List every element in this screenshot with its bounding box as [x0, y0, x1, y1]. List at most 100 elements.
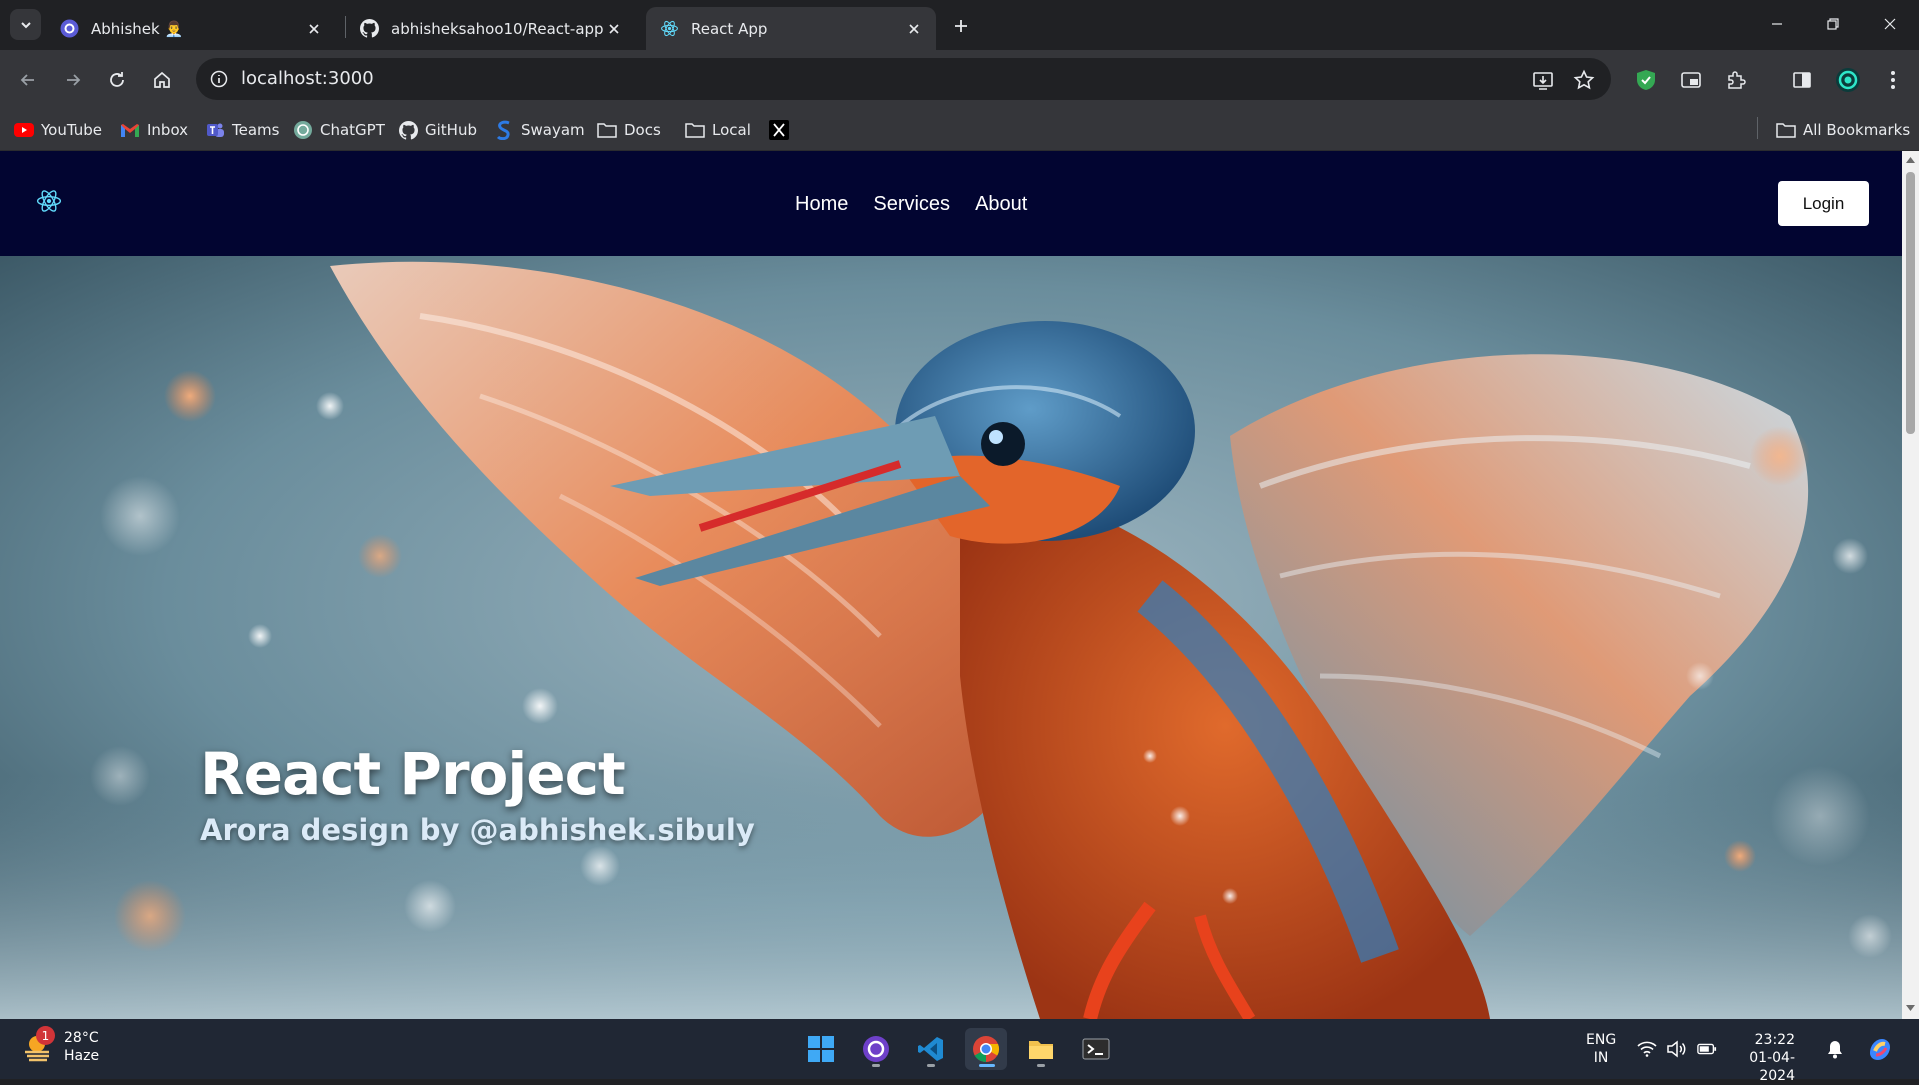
- chatgpt-icon: [293, 120, 313, 140]
- taskbar-file-explorer[interactable]: [1020, 1028, 1062, 1070]
- site-info-icon[interactable]: [206, 66, 232, 92]
- close-tab-icon[interactable]: [904, 19, 924, 39]
- taskbar-chrome[interactable]: [965, 1028, 1007, 1070]
- bookmark-label: GitHub: [425, 121, 477, 139]
- bookmark-inbox[interactable]: Inbox: [120, 117, 188, 143]
- url-text: localhost:3000: [241, 68, 374, 89]
- bookmark-swayam[interactable]: Swayam: [494, 117, 585, 143]
- home-button[interactable]: [146, 64, 178, 96]
- picture-in-picture-icon[interactable]: [1675, 64, 1707, 96]
- bookmark-label: Teams: [232, 121, 280, 139]
- start-button[interactable]: [800, 1028, 842, 1070]
- bookmarks-bar: YouTube Inbox Teams ChatGPT GitHub Swaya…: [0, 109, 1919, 151]
- profile-favicon-icon: [60, 19, 79, 38]
- new-tab-button[interactable]: [948, 13, 974, 39]
- bookmark-folder-docs[interactable]: Docs: [597, 117, 661, 143]
- close-icon: [1884, 18, 1896, 30]
- wifi-icon[interactable]: [1637, 1039, 1657, 1059]
- tab-react-app[interactable]: React App: [646, 7, 936, 50]
- running-indicator: [1037, 1064, 1045, 1067]
- react-logo-icon[interactable]: [36, 188, 62, 214]
- all-bookmarks-button[interactable]: All Bookmarks: [1776, 117, 1910, 143]
- weather-temp: 28°C: [64, 1030, 99, 1046]
- page-scrollbar[interactable]: [1902, 151, 1919, 1019]
- nav-about-link[interactable]: About: [975, 193, 1027, 216]
- nav-home-link[interactable]: Home: [795, 193, 848, 216]
- browser-menu-icon[interactable]: [1877, 64, 1909, 96]
- youtube-icon: [14, 120, 34, 140]
- back-button[interactable]: [12, 64, 44, 96]
- plus-icon: [955, 20, 967, 32]
- page-viewport: Home Services About Login React Project …: [0, 151, 1902, 1019]
- adblock-extension-icon[interactable]: [1630, 64, 1662, 96]
- bookmark-x[interactable]: [769, 117, 796, 143]
- tab-abhishek[interactable]: Abhishek 👨‍💼: [46, 7, 336, 50]
- bookmark-star-icon[interactable]: [1571, 67, 1597, 93]
- battery-icon[interactable]: [1697, 1039, 1717, 1059]
- language-indicator[interactable]: ENG IN: [1586, 1031, 1616, 1067]
- github-desktop-icon: [863, 1036, 889, 1062]
- minimize-button[interactable]: [1757, 8, 1797, 40]
- reload-icon: [110, 72, 124, 87]
- notification-badge: 1: [36, 1026, 55, 1045]
- extensions-puzzle-icon[interactable]: [1720, 64, 1752, 96]
- bookmark-teams[interactable]: Teams: [205, 117, 279, 143]
- taskbar-terminal[interactable]: [1075, 1028, 1117, 1070]
- hero-title: React Project: [200, 740, 626, 808]
- running-indicator: [872, 1064, 880, 1067]
- scroll-down-arrow-icon[interactable]: [1906, 1003, 1915, 1012]
- haze-weather-icon: 1: [22, 1026, 56, 1064]
- side-panel-icon[interactable]: [1786, 64, 1818, 96]
- tab-title: Abhishek 👨‍💼: [91, 19, 184, 38]
- bookmark-github[interactable]: GitHub: [398, 117, 477, 143]
- bookmark-label: Docs: [624, 121, 661, 139]
- login-button[interactable]: Login: [1778, 181, 1869, 226]
- restore-button[interactable]: [1813, 8, 1853, 40]
- weather-widget[interactable]: 1 28°C Haze: [22, 1026, 100, 1065]
- windows-logo-icon: [808, 1036, 834, 1062]
- running-indicator: [927, 1064, 935, 1067]
- scrollbar-thumb[interactable]: [1906, 172, 1915, 434]
- react-favicon-icon: [660, 19, 679, 38]
- restore-icon: [1827, 18, 1839, 30]
- reload-button[interactable]: [101, 64, 133, 96]
- bookmark-label: ChatGPT: [320, 121, 385, 139]
- close-window-button[interactable]: [1870, 8, 1910, 40]
- bookmark-folder-local[interactable]: Local: [685, 117, 751, 143]
- taskbar-vscode[interactable]: [910, 1028, 952, 1070]
- hero-subtitle: Arora design by @abhishek.sibuly: [200, 813, 755, 847]
- taskbar-github-desktop[interactable]: [855, 1028, 897, 1070]
- weather-condition: Haze: [64, 1048, 100, 1064]
- address-bar[interactable]: localhost:3000: [196, 58, 1611, 100]
- forward-button[interactable]: [57, 64, 89, 96]
- bookmark-youtube[interactable]: YouTube: [14, 117, 102, 143]
- close-tab-icon[interactable]: [304, 19, 324, 39]
- gmail-icon: [120, 120, 140, 140]
- notification-bell-icon[interactable]: [1825, 1039, 1845, 1059]
- clock-date: 01-04-2024: [1749, 1050, 1795, 1084]
- teams-icon: [205, 120, 225, 140]
- kingfisher-hero-image: [0, 256, 1902, 1019]
- volume-icon[interactable]: [1666, 1039, 1686, 1059]
- profile-avatar[interactable]: [1832, 64, 1864, 96]
- tab-github-repo[interactable]: abhisheksahoo10/React-app: [346, 7, 636, 50]
- clock[interactable]: 23:22 01-04-2024: [1735, 1031, 1795, 1085]
- minimize-icon: [1772, 23, 1782, 25]
- home-icon: [154, 71, 170, 88]
- site-navbar: Home Services About Login: [0, 151, 1902, 256]
- browser-toolbar: localhost:3000: [0, 50, 1919, 109]
- nav-services-link[interactable]: Services: [873, 193, 950, 216]
- install-app-icon[interactable]: [1530, 67, 1556, 93]
- bookmark-label: YouTube: [41, 121, 102, 139]
- bookmark-chatgpt[interactable]: ChatGPT: [293, 117, 385, 143]
- x-logo-icon: [769, 120, 789, 140]
- terminal-icon: [1082, 1038, 1110, 1060]
- folder-icon: [1776, 120, 1796, 140]
- hero-banner: React Project Arora design by @abhishek.…: [0, 256, 1902, 1019]
- swayam-icon: [494, 120, 514, 140]
- tab-search-button[interactable]: [10, 9, 41, 40]
- scroll-up-arrow-icon[interactable]: [1906, 155, 1915, 164]
- windows-taskbar: 1 28°C Haze ENG IN 23:22 01-04-2024: [0, 1019, 1919, 1084]
- copilot-icon[interactable]: [1866, 1035, 1894, 1063]
- close-tab-icon[interactable]: [604, 19, 624, 39]
